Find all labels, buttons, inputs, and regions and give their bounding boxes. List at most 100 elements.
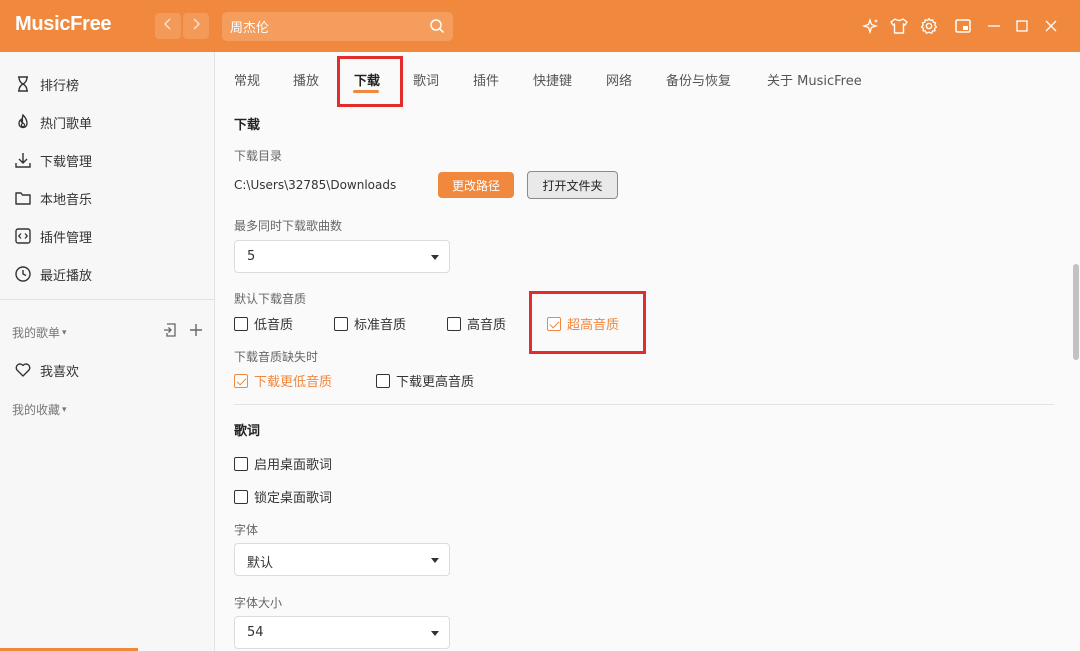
quality-low-checkbox[interactable]: 低音质 xyxy=(234,314,293,333)
scroll-thumb[interactable] xyxy=(1073,264,1079,360)
sidebar-item-label: 插件管理 xyxy=(40,230,93,246)
checkbox-box[interactable] xyxy=(447,316,461,331)
lock-desktop-lyrics-checkbox[interactable]: 锁定桌面歌词 xyxy=(234,487,332,506)
tab-playback[interactable]: 播放 xyxy=(293,70,319,89)
app-logo: MusicFree xyxy=(15,13,112,35)
highlight-box-download-tab xyxy=(337,56,403,107)
sparkle-icon[interactable] xyxy=(861,16,881,36)
checkbox-box[interactable] xyxy=(234,316,248,331)
font-size-select[interactable]: 54 xyxy=(234,616,450,649)
sidebar-item-hot-playlists[interactable]: 热门歌单 xyxy=(0,104,214,140)
section-divider xyxy=(234,404,1054,405)
my-collections-toggle[interactable]: 我的收藏 ▾ xyxy=(12,401,67,418)
highlight-box-super-quality xyxy=(529,291,646,354)
font-size-value: 54 xyxy=(247,625,264,640)
close-icon[interactable] xyxy=(1041,16,1061,36)
hourglass-icon xyxy=(13,74,33,94)
font-value: 默认 xyxy=(247,556,274,571)
font-select[interactable]: 默认 xyxy=(234,543,450,576)
download-dir-label: 下载目录 xyxy=(234,149,283,163)
sidebar-item-plugins[interactable]: 插件管理 xyxy=(0,218,214,254)
enable-desktop-lyrics-checkbox[interactable]: 启用桌面歌词 xyxy=(234,454,332,473)
sidebar-item-local-music[interactable]: 本地音乐 xyxy=(0,180,214,216)
fallback-higher-checkbox[interactable]: 下载更高音质 xyxy=(376,371,474,390)
lyrics-section-title: 歌词 xyxy=(234,424,261,439)
back-button[interactable] xyxy=(155,13,181,39)
max-concurrent-value: 5 xyxy=(247,249,256,264)
tab-backup[interactable]: 备份与恢复 xyxy=(666,70,731,89)
tab-network[interactable]: 网络 xyxy=(606,70,632,89)
open-folder-button[interactable]: 打开文件夹 xyxy=(527,171,618,199)
tab-shortcuts[interactable]: 快捷键 xyxy=(533,70,572,89)
code-plugin-icon xyxy=(13,226,33,246)
checkbox-label: 高音质 xyxy=(467,318,507,333)
tab-about[interactable]: 关于 MusicFree xyxy=(767,70,862,89)
sidebar-item-downloads[interactable]: 下载管理 xyxy=(0,142,214,178)
minimize-icon[interactable] xyxy=(984,16,1004,36)
download-section-title: 下载 xyxy=(234,118,261,133)
checkbox-label: 启用桌面歌词 xyxy=(254,458,333,473)
mini-mode-icon[interactable] xyxy=(953,16,973,36)
sidebar: 排行榜 热门歌单 下载管理 本地音乐 插件管理 最近播放 我的歌单 ▾ 我喜欢 … xyxy=(0,52,215,651)
checkbox-box[interactable] xyxy=(234,489,248,504)
search-input[interactable] xyxy=(222,12,422,41)
checkbox-box[interactable] xyxy=(376,373,390,388)
sidebar-item-label: 最近播放 xyxy=(40,268,93,284)
quality-standard-checkbox[interactable]: 标准音质 xyxy=(334,314,406,333)
sidebar-item-label: 下载管理 xyxy=(40,154,93,170)
checkbox-label: 下载更低音质 xyxy=(254,375,333,390)
my-playlists-toggle[interactable]: 我的歌单 ▾ xyxy=(12,324,67,341)
font-label: 字体 xyxy=(234,523,259,537)
quality-high-checkbox[interactable]: 高音质 xyxy=(447,314,506,333)
settings-panel: 常规 播放 下载 歌词 插件 快捷键 网络 备份与恢复 关于 MusicFree… xyxy=(215,52,1080,651)
font-size-label: 字体大小 xyxy=(234,596,283,610)
checkbox-label: 标准音质 xyxy=(354,318,407,333)
shirt-theme-icon[interactable] xyxy=(889,16,909,36)
caret-down-icon: ▾ xyxy=(62,404,67,415)
forward-button[interactable] xyxy=(183,13,209,39)
checkbox-label: 锁定桌面歌词 xyxy=(254,491,333,506)
checkbox-label: 低音质 xyxy=(254,318,294,333)
search-icon[interactable] xyxy=(429,18,445,38)
gear-icon[interactable] xyxy=(919,16,939,36)
checkbox-box[interactable] xyxy=(234,456,248,471)
sidebar-item-label: 排行榜 xyxy=(40,78,80,94)
maximize-icon[interactable] xyxy=(1012,16,1032,36)
fallback-lower-checkbox[interactable]: 下载更低音质 xyxy=(234,371,332,390)
clock-icon xyxy=(13,264,33,284)
tab-general[interactable]: 常规 xyxy=(234,70,260,89)
sidebar-item-label: 本地音乐 xyxy=(40,192,93,208)
my-collections-label: 我的收藏 xyxy=(12,403,61,417)
sidebar-item-label: 热门歌单 xyxy=(40,116,93,132)
checkbox-box[interactable] xyxy=(334,316,348,331)
flame-icon xyxy=(13,112,33,132)
sidebar-item-label: 我喜欢 xyxy=(40,364,80,380)
add-playlist-icon[interactable] xyxy=(188,322,204,342)
folder-icon xyxy=(13,188,33,208)
sidebar-item-charts[interactable]: 排行榜 xyxy=(0,66,214,102)
max-concurrent-label: 最多同时下载歌曲数 xyxy=(234,219,343,233)
caret-down-icon xyxy=(431,631,439,636)
checkbox-box[interactable] xyxy=(234,373,248,388)
import-playlist-icon[interactable] xyxy=(162,322,178,342)
search-box[interactable] xyxy=(222,12,453,41)
sidebar-item-recent[interactable]: 最近播放 xyxy=(0,256,214,292)
tab-plugins[interactable]: 插件 xyxy=(473,70,499,89)
sidebar-divider xyxy=(0,299,214,300)
download-path: C:\Users\32785\Downloads xyxy=(234,178,397,192)
title-bar: MusicFree xyxy=(0,0,1080,52)
scrollbar[interactable] xyxy=(1072,52,1080,651)
caret-down-icon xyxy=(431,255,439,260)
sidebar-item-favorite[interactable]: 我喜欢 xyxy=(0,352,214,388)
chevron-left-icon xyxy=(163,18,173,34)
missing-quality-label: 下载音质缺失时 xyxy=(234,350,319,364)
playlist-actions xyxy=(162,322,204,342)
max-concurrent-select[interactable]: 5 xyxy=(234,240,450,273)
change-path-button[interactable]: 更改路径 xyxy=(438,172,514,198)
tab-lyrics[interactable]: 歌词 xyxy=(413,70,439,89)
download-icon xyxy=(13,150,33,170)
my-playlists-label: 我的歌单 xyxy=(12,326,61,340)
caret-down-icon xyxy=(431,558,439,563)
chevron-right-icon xyxy=(191,18,201,34)
heart-icon xyxy=(13,360,33,380)
